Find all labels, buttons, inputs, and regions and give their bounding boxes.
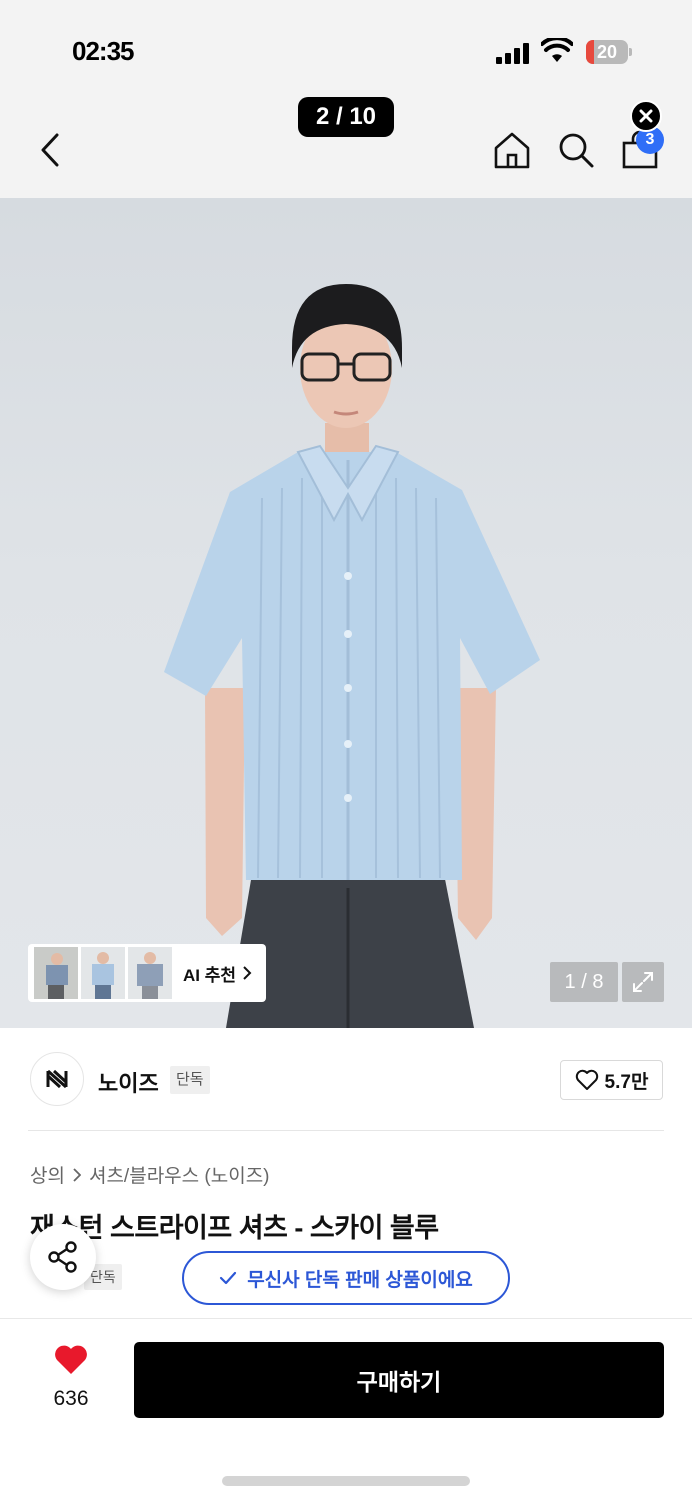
musinsa-exclusive-pill[interactable]: 무신사 단독 판매 상품이에요 — [182, 1251, 510, 1305]
image-counter: 1 / 8 — [550, 962, 618, 1002]
chevron-right-icon — [73, 1167, 81, 1182]
close-button[interactable] — [630, 100, 662, 132]
noise-logo-icon — [46, 1069, 68, 1089]
search-icon — [559, 133, 594, 168]
ai-recommend-card[interactable]: AI 추천 — [28, 944, 266, 1002]
exclusive-tag: 단독 — [170, 1066, 210, 1094]
divider — [28, 1130, 664, 1131]
home-icon — [494, 132, 530, 169]
chevron-right-icon — [243, 966, 252, 980]
wifi-icon — [541, 38, 573, 62]
brand-like-button[interactable]: 5.7만 — [560, 1060, 663, 1100]
breadcrumb-item[interactable]: 상의 — [30, 1161, 65, 1188]
home-indicator — [222, 1476, 470, 1486]
top-nav-bar: 2 / 10 3 — [0, 97, 692, 198]
model-photo — [164, 284, 540, 1028]
breadcrumb-item[interactable]: 셔츠/블라우스 (노이즈) — [89, 1161, 270, 1188]
wishlist-button[interactable]: 636 — [36, 1344, 106, 1414]
back-button[interactable] — [30, 128, 70, 172]
bottom-bar-divider — [0, 1318, 692, 1319]
check-icon — [220, 1271, 237, 1285]
ai-recommend-label: AI 추천 — [183, 965, 237, 985]
ai-thumbnail — [128, 947, 172, 999]
chevron-left-icon — [41, 133, 59, 167]
brand-name[interactable]: 노이즈 — [98, 1066, 159, 1098]
ai-thumbnail — [34, 947, 78, 999]
brand-like-count: 5.7만 — [604, 1071, 649, 1093]
status-bar: 02:35 20 — [0, 0, 692, 100]
fullscreen-button[interactable] — [622, 962, 664, 1002]
buy-button[interactable]: 구매하기 — [134, 1342, 664, 1418]
breadcrumb: 상의 셔츠/블라우스 (노이즈) — [30, 1161, 270, 1188]
wishlist-count: 636 — [53, 1387, 89, 1410]
close-icon — [639, 109, 653, 123]
battery-level: 20 — [596, 42, 618, 62]
screenshot-page-counter: 2 / 10 — [298, 97, 394, 137]
status-time: 02:35 — [72, 36, 134, 66]
share-button[interactable] — [30, 1224, 96, 1290]
battery-icon: 20 — [586, 40, 632, 64]
heart-filled-icon — [55, 1345, 87, 1374]
search-button[interactable] — [556, 130, 596, 170]
heart-outline-icon — [575, 1069, 598, 1090]
cellular-signal-icon — [496, 42, 532, 64]
product-image[interactable]: AI 추천 1 / 8 — [0, 198, 692, 1028]
brand-logo[interactable] — [30, 1052, 84, 1106]
share-icon — [48, 1241, 77, 1273]
expand-icon — [633, 972, 653, 992]
home-button[interactable] — [492, 130, 532, 170]
musinsa-exclusive-label: 무신사 단독 판매 상품이에요 — [247, 1269, 473, 1291]
ai-thumbnail — [81, 947, 125, 999]
